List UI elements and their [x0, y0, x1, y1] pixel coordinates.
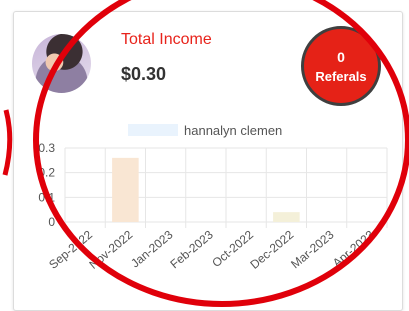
x-tick-label: Jan-2023: [128, 227, 176, 270]
x-tick-labels: Sep-2022Nov-2022Jan-2023Feb-2023Oct-2022…: [46, 227, 377, 271]
y-tick-label: 0: [48, 215, 55, 229]
bar[interactable]: [112, 157, 139, 222]
income-chart: 0 0.1 0.2 0.3 Sep-2022Nov-2022Jan-2023Feb-2…: [38, 123, 388, 272]
x-tick-label: Feb-2023: [167, 227, 216, 271]
y-tick-label: 0.1: [38, 190, 55, 204]
bar[interactable]: [273, 212, 300, 222]
y-tick-labels: 0 0.1 0.2 0.3: [38, 141, 55, 229]
x-tick-label: Dec-2022: [247, 227, 296, 271]
legend-swatch[interactable]: [128, 124, 178, 136]
x-tick-label: Nov-2022: [86, 227, 135, 271]
chart-bars: [112, 157, 300, 222]
y-tick-label: 0.3: [38, 141, 55, 155]
legend-label[interactable]: hannalyn clemen: [184, 123, 282, 138]
x-tick-label: Mar-2023: [288, 227, 337, 271]
x-tick-label: Sep-2022: [46, 227, 95, 271]
y-tick-label: 0.2: [38, 166, 55, 180]
x-tick-label: Apr-2023: [330, 227, 377, 270]
